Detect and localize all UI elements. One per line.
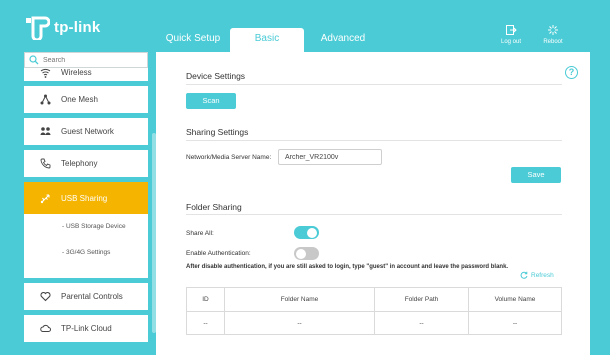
toggle-knob [307,227,317,238]
help-icon[interactable]: ? [565,66,578,79]
sidebar-item-telephony[interactable]: Telephony [24,150,148,177]
brand-name: tp-link [54,18,101,36]
table-header-row: ID Folder Name Folder Path Volume Name [186,287,562,312]
sidebar-subitem-usb-storage[interactable]: - USB Storage Device [62,220,148,246]
logout-icon [506,25,517,35]
main-tabs: Quick Setup Basic Advanced [156,28,380,52]
toggle-knob [296,248,306,259]
tab-basic[interactable]: Basic [230,28,304,52]
sidebar-nav: Wireless One Mesh Guest Network Telephon… [24,68,148,347]
reboot-button[interactable]: Reboot [540,24,566,45]
scan-button[interactable]: Scan [186,93,236,109]
sidebar-item-guest-network[interactable]: Guest Network [24,118,148,145]
divider [186,140,562,141]
divider [186,84,562,85]
tplink-logo: tp-link [24,14,100,40]
table-cell: -- [374,311,469,335]
main-panel: ? Device Settings Scan Sharing Settings … [156,52,590,355]
sidebar-item-parental-controls[interactable]: Parental Controls [24,283,148,310]
tab-advanced[interactable]: Advanced [306,28,380,52]
sidebar-item-label: Wireless [61,68,92,77]
reboot-label: Reboot [543,39,563,45]
mesh-icon [40,94,51,105]
sidebar-item-usb-sharing[interactable]: USB Sharing [24,182,148,214]
wifi-icon [40,68,51,78]
server-name-label: Network/Media Server Name: [186,154,272,161]
top-actions: Log out Reboot [498,24,566,45]
usb-subnav: - USB Storage Device - 3G/4G Settings [24,214,148,278]
cloud-icon [40,324,51,332]
sidebar-item-label: Parental Controls [61,292,123,301]
sidebar-item-one-mesh[interactable]: One Mesh [24,86,148,113]
tab-quick-setup[interactable]: Quick Setup [156,28,230,52]
table-cell: -- [224,311,375,335]
logout-label: Log out [500,39,522,45]
folder-table: ID Folder Name Folder Path Volume Name -… [186,287,562,335]
search-icon [29,55,39,65]
divider [186,214,562,215]
heart-icon [40,291,51,302]
sidebar-item-label: USB Sharing [61,193,108,203]
guest-icon [40,127,51,135]
sharing-settings-title: Sharing Settings [186,127,249,137]
save-button[interactable]: Save [511,167,561,183]
reboot-icon [548,25,558,35]
phone-icon [40,158,51,169]
table-cell: -- [186,311,225,335]
table-cell: -- [468,311,562,335]
sidebar-item-label: Telephony [61,159,98,168]
sidebar: Wireless One Mesh Guest Network Teleph [24,52,148,355]
refresh-label: Refresh [531,271,554,279]
sidebar-item-label: TP-Link Cloud [61,324,112,333]
refresh-icon [520,271,528,279]
enable-auth-label: Enable Authentication: [186,250,251,257]
table-row: -- -- -- -- [186,311,562,335]
usb-icon [40,193,50,203]
logout-button[interactable]: Log out [498,24,524,45]
device-settings-title: Device Settings [186,71,246,81]
sidebar-item-label: Guest Network [61,127,114,136]
sidebar-item-label: One Mesh [61,95,98,104]
auth-note: After disable authentication, if you are… [186,264,509,270]
sidebar-item-wireless[interactable]: Wireless [24,68,148,81]
server-name-input[interactable] [278,149,382,165]
enable-auth-toggle[interactable] [294,247,319,260]
folder-sharing-title: Folder Sharing [186,202,242,212]
search-box [24,52,148,68]
column-header-folder-name: Folder Name [224,287,375,312]
sidebar-item-tplink-cloud[interactable]: TP-Link Cloud [24,315,148,342]
search-input[interactable] [43,56,143,64]
column-header-id: ID [186,287,225,312]
tplink-logo-icon [26,16,50,40]
column-header-folder-path: Folder Path [374,287,469,312]
share-all-toggle[interactable] [294,226,319,239]
column-header-volume-name: Volume Name [468,287,562,312]
refresh-button[interactable]: Refresh [520,271,554,279]
sidebar-subitem-3g4g[interactable]: - 3G/4G Settings [62,246,148,272]
share-all-label: Share All: [186,230,214,237]
